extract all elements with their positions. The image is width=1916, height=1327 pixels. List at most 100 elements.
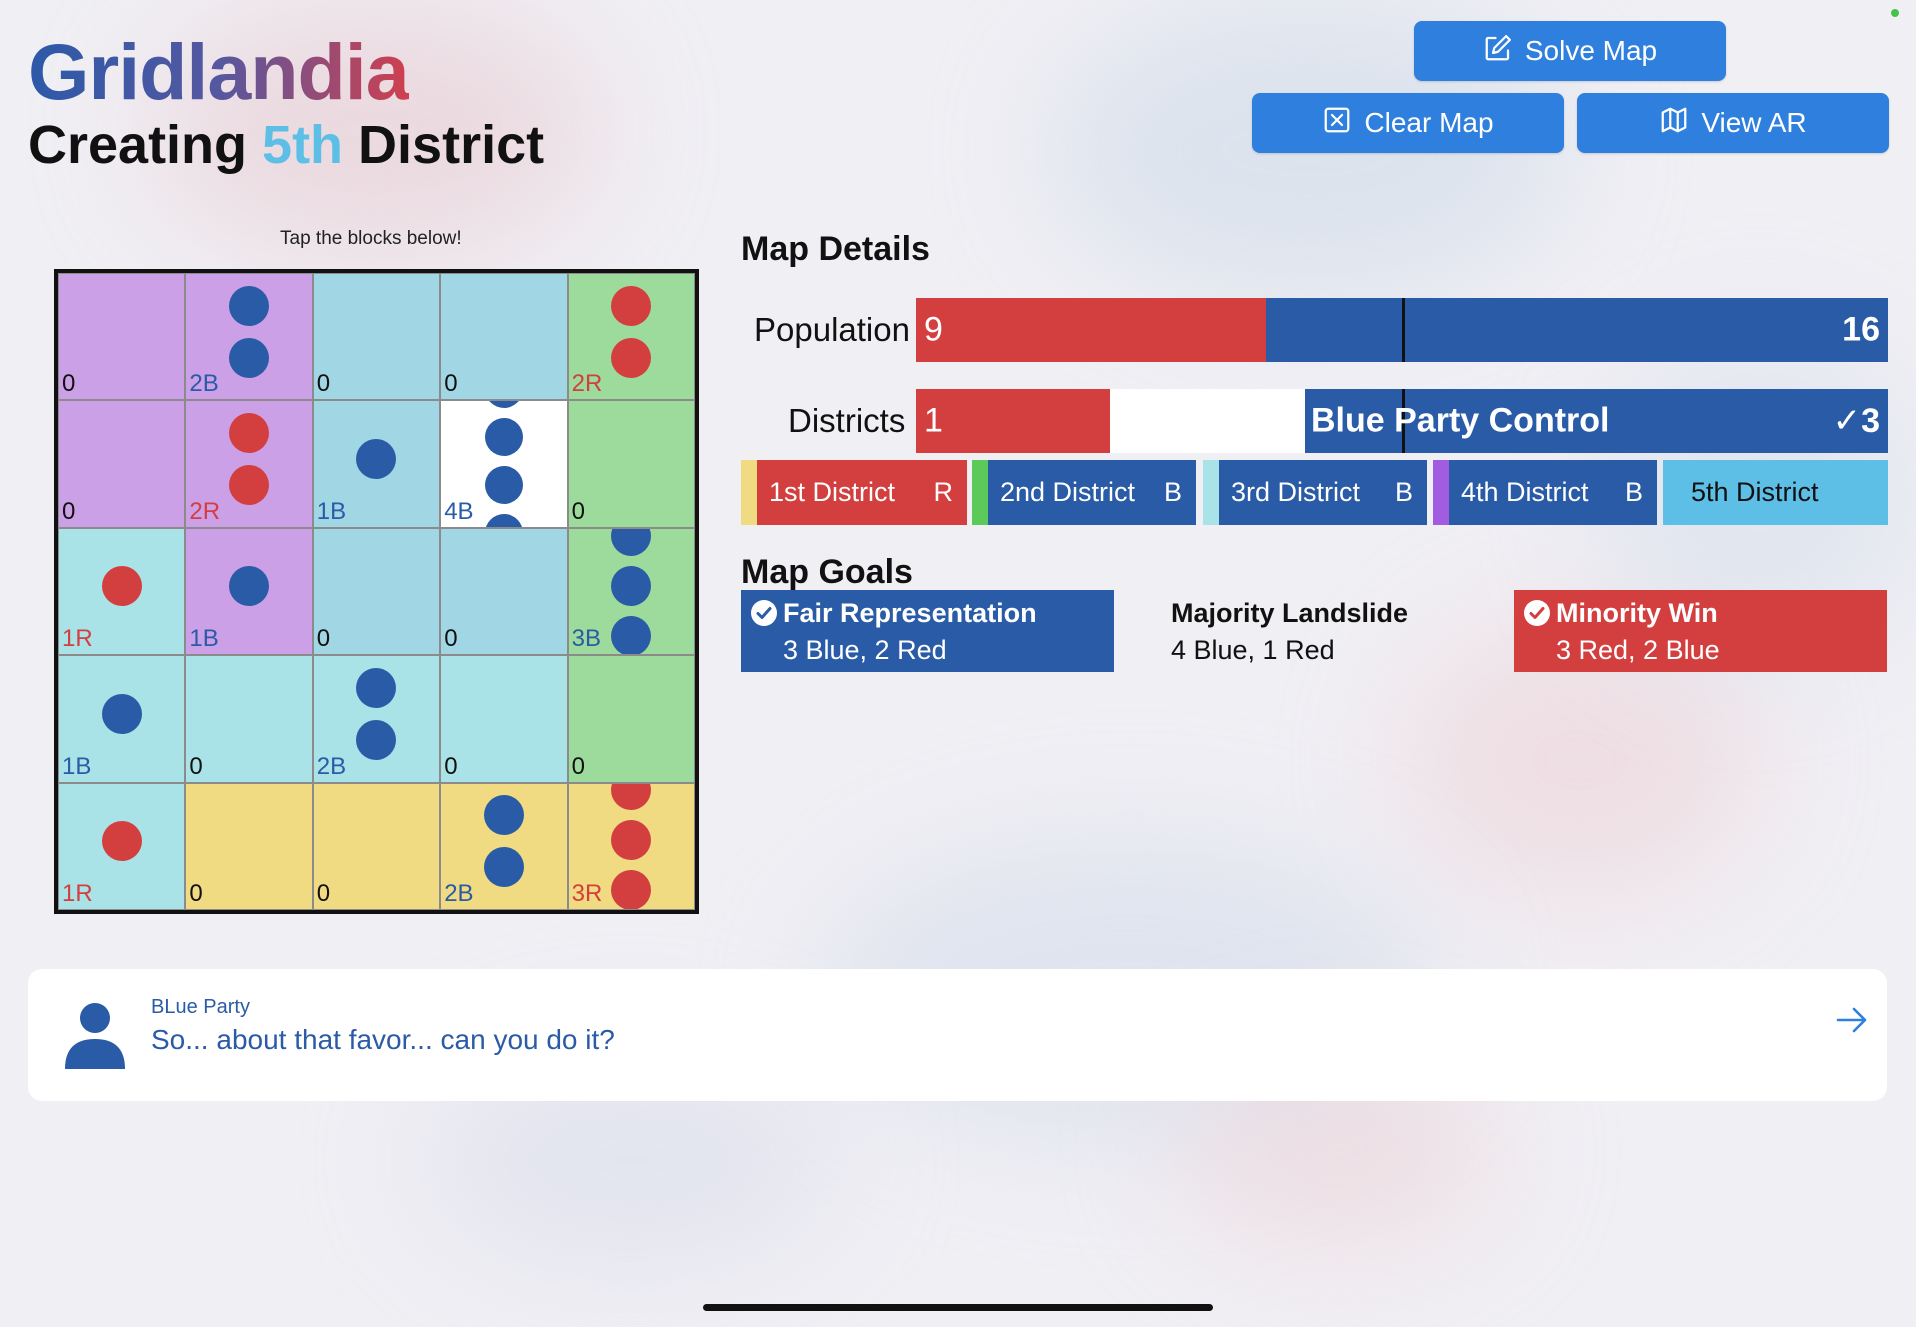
district-party: B <box>1624 477 1643 507</box>
cell-count-label: 0 <box>316 880 331 907</box>
cell-count-label: 2R <box>189 497 221 525</box>
grid-cell[interactable]: 0 <box>440 273 568 401</box>
grid-cell[interactable]: 0 <box>185 782 313 910</box>
district-grid: 0 2B 0 0 2R 0 2R 1B 4B 0 1R 1B 0 0 3B 1B 0 2B 0 0 1R 0 0 2B 3R <box>54 269 699 914</box>
grid-cell[interactable]: 0 <box>440 655 568 783</box>
voter-dots <box>314 784 439 909</box>
grid-cell[interactable]: 0 <box>312 782 441 910</box>
population-red-value: 9 <box>924 310 943 349</box>
grid-cell[interactable]: 2R <box>185 400 313 528</box>
districts-bar: 1 Blue Party Control ✓3 <box>916 389 1888 453</box>
district-color-stripe <box>741 460 757 525</box>
red-voter-dot <box>229 465 270 506</box>
district-chip[interactable]: 4th District B <box>1433 460 1657 525</box>
district-chip[interactable]: 3rd District B <box>1203 460 1427 525</box>
population-blue-value: 16 <box>1842 310 1880 349</box>
map-icon <box>1659 105 1689 142</box>
districts-label: Districts <box>788 402 906 439</box>
blue-voter-dot <box>484 418 523 457</box>
blue-voter-dot <box>229 566 270 607</box>
subtitle-prefix: Creating <box>28 115 263 175</box>
blue-voter-dot <box>484 466 523 505</box>
grid-cell[interactable]: 0 <box>440 527 568 656</box>
grid-cell[interactable]: 1R <box>58 782 186 910</box>
grid-cell[interactable]: 3B <box>567 527 695 656</box>
cell-count-label: 0 <box>444 752 458 780</box>
solve-map-label: Solve Map <box>1524 35 1658 66</box>
blue-voter-dot <box>101 693 142 734</box>
grid-cell[interactable]: 1B <box>312 400 441 528</box>
blue-voter-dot <box>356 667 397 708</box>
voter-dots <box>314 529 439 654</box>
cell-count-label: 2B <box>189 370 219 398</box>
district-name: 3rd District <box>1231 477 1361 507</box>
grid-cell[interactable]: 0 <box>58 400 186 528</box>
district-chip[interactable]: 5th District <box>1663 460 1888 525</box>
red-voter-dot <box>611 820 652 861</box>
voter-dots <box>59 401 184 526</box>
board-hint: Tap the blocks below! <box>280 228 462 249</box>
status-indicator <box>1891 9 1899 17</box>
grid-cell[interactable]: 1B <box>58 655 186 783</box>
blue-voter-dot <box>611 565 652 606</box>
blue-voter-dot <box>483 795 524 836</box>
grid-cell[interactable]: 1R <box>58 527 186 656</box>
grid-cell[interactable]: 0 <box>312 527 441 656</box>
district-chip[interactable]: 1st District R <box>741 460 967 525</box>
districts-red-segment <box>916 389 1110 453</box>
blue-voter-dot <box>229 337 270 378</box>
clear-map-button[interactable]: Clear Map <box>1252 93 1564 153</box>
cell-count-label: 0 <box>62 370 76 398</box>
cell-count-label: 1R <box>62 880 93 907</box>
grid-cell[interactable]: 0 <box>567 655 695 783</box>
dialog-box[interactable]: BLue Party So... about that favor... can… <box>28 969 1887 1101</box>
goal-target: 3 Blue, 2 Red <box>783 635 947 665</box>
red-voter-dot <box>611 783 652 811</box>
blue-voter-dot <box>229 285 270 326</box>
grid-cell[interactable]: 0 <box>58 273 186 401</box>
grid-cell[interactable]: 0 <box>185 655 313 783</box>
dialog-speaker: BLue Party <box>151 996 250 1018</box>
cell-count-label: 4B <box>444 497 474 525</box>
cell-count-label: 1B <box>62 752 92 780</box>
voter-dots <box>441 656 566 781</box>
district-party: B <box>1163 477 1182 507</box>
voter-dots <box>186 656 311 781</box>
grid-cell[interactable]: 2B <box>185 273 313 401</box>
grid-cell[interactable]: 4B <box>440 400 568 528</box>
grid-cell[interactable]: 2B <box>440 782 568 910</box>
cell-count-label: 2R <box>571 370 603 398</box>
goal-card: Majority Landslide 4 Blue, 1 Red <box>1159 590 1514 672</box>
goal-card: Fair Representation 3 Blue, 2 Red <box>741 590 1114 672</box>
district-name: 1st District <box>769 477 896 507</box>
district-chip[interactable]: 2nd District B <box>972 460 1196 525</box>
districts-red-value: 1 <box>924 401 943 440</box>
grid-cell[interactable]: 3R <box>567 782 695 910</box>
grid-cell[interactable]: 1B <box>185 527 313 656</box>
clear-map-label: Clear Map <box>1364 107 1494 138</box>
checkmark-circle-icon <box>1524 600 1550 626</box>
cell-count-label: 1R <box>62 625 93 653</box>
view-ar-button[interactable]: View AR <box>1577 93 1889 153</box>
cell-count-label: 2B <box>316 752 347 780</box>
arrow-right-icon[interactable] <box>1835 1005 1869 1043</box>
blue-voter-dot <box>484 514 523 527</box>
red-voter-dot <box>101 821 142 862</box>
grid-cell[interactable]: 0 <box>312 273 441 401</box>
home-indicator <box>703 1304 1213 1311</box>
voter-dots <box>186 784 311 909</box>
goal-card: Minority Win 3 Red, 2 Blue <box>1514 590 1887 672</box>
grid-cell[interactable]: 2B <box>312 655 441 783</box>
app-title: Gridlandia <box>28 27 410 116</box>
cell-count-label: 0 <box>189 880 203 907</box>
cell-count-label: 2B <box>444 880 474 907</box>
voter-dots <box>314 274 439 399</box>
grid-cell[interactable]: 0 <box>567 400 695 528</box>
district-color-stripe <box>972 460 988 525</box>
solve-map-button[interactable]: Solve Map <box>1414 21 1726 81</box>
subtitle-district-number: 5th <box>262 115 344 175</box>
voter-dots <box>569 656 694 781</box>
district-name: 5th District <box>1691 477 1819 507</box>
cell-count-label: 0 <box>444 370 458 398</box>
grid-cell[interactable]: 2R <box>567 273 695 401</box>
